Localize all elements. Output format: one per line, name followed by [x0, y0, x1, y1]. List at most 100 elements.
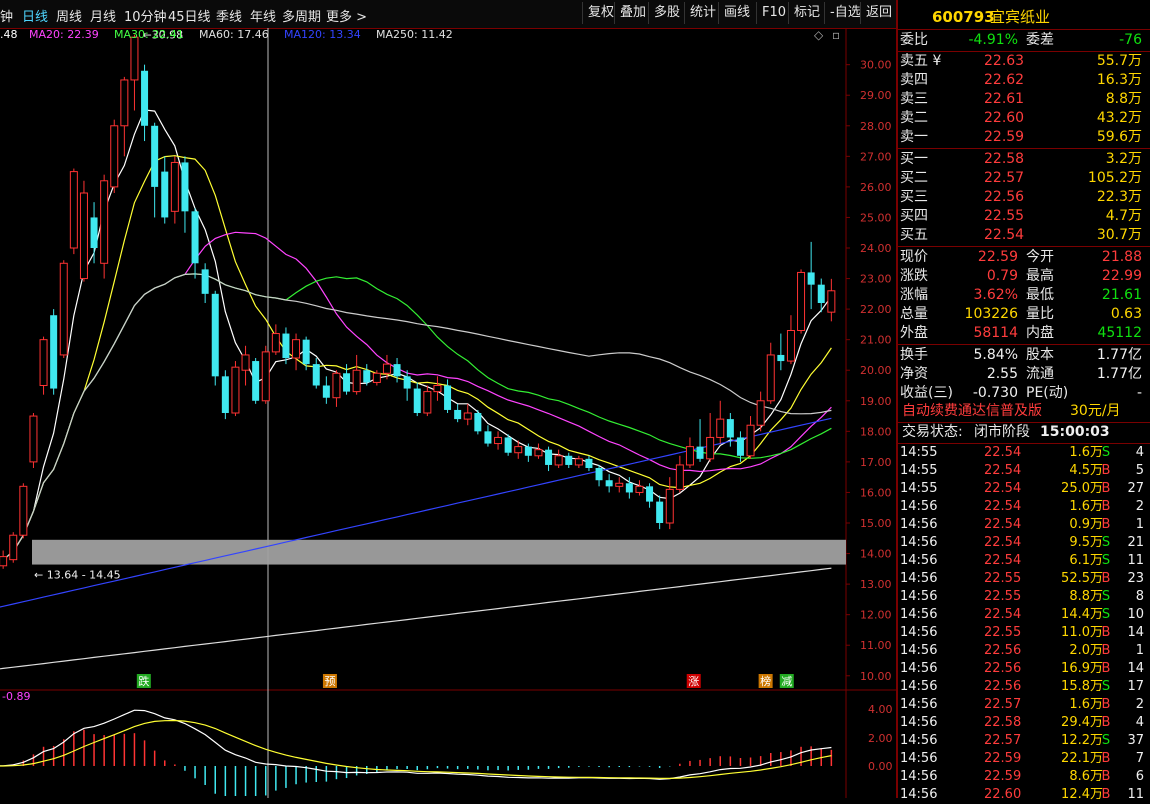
tick-row[interactable]: 14:56 22.57 1.6 万 B 2	[900, 696, 1150, 714]
tick-row[interactable]: 14:56 22.60 12.4 万 B 11	[900, 786, 1150, 804]
candle	[827, 278, 836, 322]
tick-row[interactable]: 14:56 22.54 1.6 万 B 2	[900, 498, 1150, 516]
tick-row[interactable]: 14:56 22.59 8.6 万 B 6	[900, 768, 1150, 786]
tick-side: B	[1101, 463, 1111, 478]
ad-banner[interactable]: 自动续费通达信普及版 30元/月	[900, 402, 1148, 421]
tick-row[interactable]: 14:56 22.56 16.9 万 B 14	[900, 660, 1150, 678]
candle	[332, 370, 341, 407]
tick-time: 14:56	[900, 751, 938, 766]
quote-value: 22.99	[1101, 268, 1142, 284]
candle	[141, 64, 149, 142]
ad-text[interactable]: 自动续费通达信普及版	[902, 402, 1042, 421]
tick-time: 14:56	[900, 679, 938, 694]
tick-volume: 9.5	[1069, 535, 1090, 550]
sell-price: 22.62	[984, 72, 1025, 88]
candle-body	[615, 482, 624, 487]
tick-volume: 1.6	[1069, 445, 1090, 460]
quote-value: 3.62%	[973, 287, 1018, 303]
macd-tick-label: 2.00	[868, 732, 893, 745]
y-tick-label: 18.00	[860, 425, 892, 438]
candle-body	[656, 501, 664, 523]
buy-label: 买三	[900, 189, 928, 205]
candle-body	[29, 415, 38, 463]
y-tick-label: 17.00	[860, 456, 892, 469]
tick-count: 2	[1135, 499, 1144, 514]
candle-body	[241, 354, 250, 371]
fund-row: 换手 5.84% 股本 1.77亿	[900, 346, 1148, 365]
buy-row: 买三 22.56 22.3万	[900, 188, 1148, 207]
tick-price: 22.56	[984, 661, 1022, 676]
tick-row[interactable]: 14:56 22.56 15.8 万 S 17	[900, 678, 1150, 696]
quote-row: 外盘 58114 内盘 45112	[900, 324, 1148, 343]
candle-body	[797, 271, 806, 332]
y-tick-label: 10.00	[860, 670, 892, 683]
candle-body	[413, 388, 421, 413]
y-tick-label: 16.00	[860, 486, 892, 499]
kline-chart[interactable]: 30.00 29.00 28.00 27.00 26.00 25.00 24.00 23.00…	[0, 0, 896, 798]
tick-side: B	[1101, 661, 1111, 676]
candle-body	[534, 449, 543, 457]
sell-row: 卖二 22.60 43.2万	[900, 109, 1148, 128]
candle	[79, 180, 88, 282]
candle	[807, 241, 815, 310]
tick-count: 14	[1127, 661, 1144, 676]
candle	[181, 156, 189, 233]
quote-label: 今开	[1026, 249, 1054, 265]
candle	[444, 379, 452, 413]
tick-price: 22.59	[984, 769, 1022, 784]
divider	[898, 29, 1150, 30]
candle-body	[646, 486, 654, 502]
tick-row[interactable]: 14:56 22.59 22.1 万 B 7	[900, 750, 1150, 768]
tick-row[interactable]: 14:56 22.55 8.8 万 S 8	[900, 588, 1150, 606]
quote-label: 内盘	[1026, 325, 1054, 341]
tick-row[interactable]: 14:56 22.55 52.5 万 B 23	[900, 570, 1150, 588]
tick-row[interactable]: 14:56 22.58 29.4 万 B 4	[900, 714, 1150, 732]
tick-row[interactable]: 14:55 22.54 1.6 万 S 4	[900, 444, 1150, 462]
sell-row: 卖三 22.61 8.8万	[900, 90, 1148, 109]
tick-row[interactable]: 14:55 22.54 4.5 万 B 5	[900, 462, 1150, 480]
candle	[433, 376, 442, 401]
tick-price: 22.54	[984, 517, 1022, 532]
tick-side: S	[1101, 553, 1111, 568]
tick-time: 14:56	[900, 607, 938, 622]
tick-volume: 8.8	[1069, 589, 1090, 604]
tick-price: 22.56	[984, 679, 1022, 694]
candle	[484, 425, 492, 447]
fund-value: 5.84%	[973, 347, 1018, 363]
candle	[151, 122, 159, 218]
tick-row[interactable]: 14:56 22.56 2.0 万 B 1	[900, 642, 1150, 660]
candle-body	[69, 171, 78, 249]
candle-body	[766, 354, 775, 402]
tick-side: S	[1101, 679, 1111, 694]
fund-label: 收益(三)	[900, 385, 953, 401]
candle-body	[444, 385, 452, 410]
event-marker-label: 涨	[688, 675, 699, 688]
tick-row[interactable]: 14:55 22.54 25.0 万 B 27	[900, 480, 1150, 498]
tick-row[interactable]: 14:56 22.54 0.9 万 B 1	[900, 516, 1150, 534]
candle-body	[635, 485, 644, 493]
tick-row[interactable]: 14:56 22.57 12.2 万 S 37	[900, 732, 1150, 750]
candle-body	[39, 339, 48, 386]
tick-row[interactable]: 14:56 22.54 14.4 万 S 10	[900, 606, 1150, 624]
candle-body	[130, 36, 139, 81]
candle-body	[120, 79, 129, 127]
fund-value: -	[1136, 385, 1142, 401]
ad-price[interactable]: 30元/月	[1070, 402, 1121, 421]
candle-body	[463, 412, 472, 420]
tick-count: 27	[1127, 481, 1144, 496]
tick-time: 14:56	[900, 643, 938, 658]
quote-label: 最低	[1026, 287, 1054, 303]
tick-row[interactable]: 14:56 22.54 9.5 万 S 21	[900, 534, 1150, 552]
buy-price: 22.55	[984, 208, 1025, 224]
y-tick-label: 21.00	[860, 334, 892, 347]
tick-row[interactable]: 14:56 22.55 11.0 万 B 14	[900, 624, 1150, 642]
ma30-line	[0, 273, 832, 562]
tick-side: B	[1101, 571, 1111, 586]
candle	[352, 354, 361, 395]
tick-row[interactable]: 14:56 22.54 6.1 万 S 11	[900, 552, 1150, 570]
tick-count: 4	[1135, 445, 1144, 460]
candle	[656, 495, 664, 530]
buy-volume: 4.7万	[1105, 208, 1142, 224]
candle-body	[221, 376, 229, 413]
candle-body	[706, 436, 715, 460]
